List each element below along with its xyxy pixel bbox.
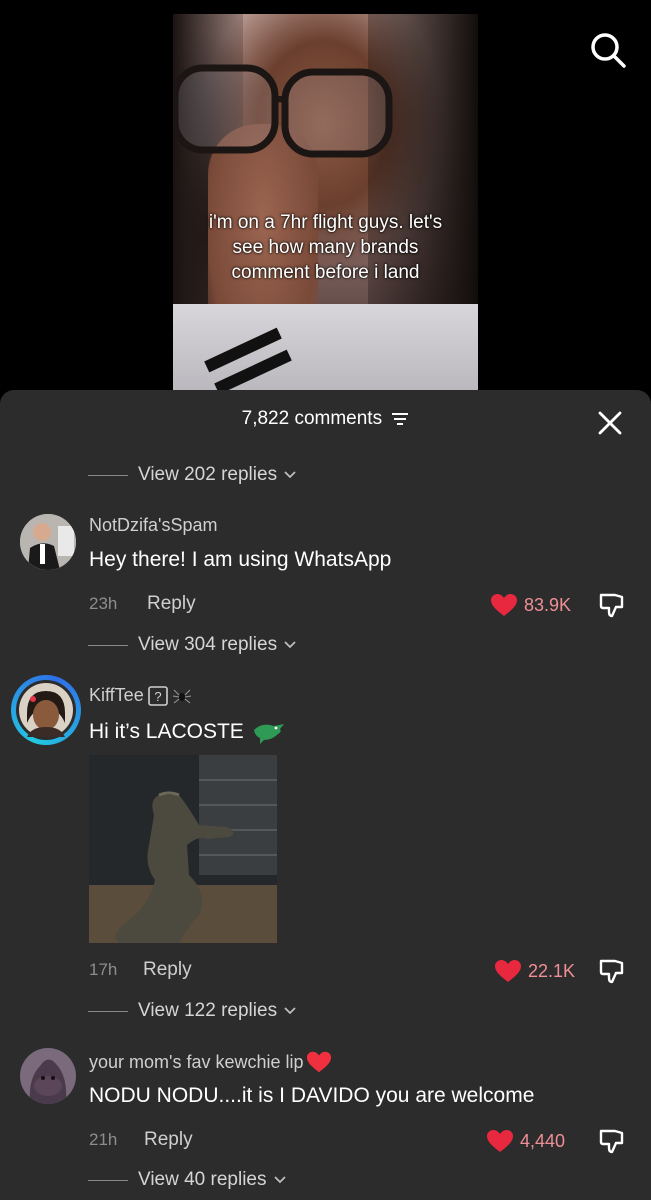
view-replies-label: View 304 replies [138,634,278,655]
view-replies-button[interactable]: View 304 replies [88,634,297,656]
video-preview[interactable]: i'm on a 7hr flight guys. let's see how … [173,14,478,394]
view-replies-label: View 122 replies [138,1000,278,1021]
comment-text: Hey there! I am using WhatsApp [89,548,392,571]
like-button[interactable]: 83.9K [490,593,571,617]
question-mark-icon: ? [147,685,168,706]
avatar[interactable] [20,514,76,570]
divider [88,644,128,646]
comment-time: 17h [89,960,118,979]
comment-attached-image[interactable] [89,755,277,943]
close-icon[interactable] [597,410,623,436]
comment-time: 21h [89,1130,118,1149]
view-replies-button[interactable]: View 122 replies [88,1000,297,1022]
crocodile-photo [89,755,277,943]
search-icon[interactable] [588,30,628,70]
svg-text:?: ? [154,689,161,704]
comment-text-row: Hi it’s LACOSTE [89,718,286,746]
view-replies-label: View 40 replies [138,1169,267,1190]
chevron-down-icon [284,641,296,649]
comment-time: 23h [89,594,118,613]
reply-button[interactable]: Reply [144,1129,193,1151]
caption-line: i'm on a 7hr flight guys. let's [208,212,443,233]
chevron-down-icon [273,1176,286,1184]
dislike-icon[interactable] [598,591,626,619]
divider [88,1179,128,1181]
comment-text: Hi it’s LACOSTE [89,720,244,743]
spider-icon [172,689,191,703]
avatar-story-ring[interactable] [11,675,81,745]
video-caption: i'm on a 7hr flight guys. let's see how … [173,210,478,285]
comment-username-row: KiffTee ? [89,685,192,706]
avatar-image [20,1048,76,1104]
comment-username[interactable]: your mom's fav kewchie lip [89,1052,304,1073]
comment-text: NODU NODU....it is I DAVIDO you are welc… [89,1084,535,1107]
like-count: 4,440 [520,1130,566,1151]
crocodile-icon [253,724,284,744]
view-replies-button[interactable]: View 202 replies [88,464,297,486]
divider [88,1010,128,1012]
comment-username-row: your mom's fav kewchie lip [89,1050,332,1074]
sort-icon[interactable] [391,411,409,427]
red-heart-icon [306,1051,331,1073]
view-replies-button[interactable]: View 40 replies [88,1169,287,1191]
reply-button[interactable]: Reply [143,959,192,981]
reply-button[interactable]: Reply [147,593,196,615]
divider [88,474,128,476]
comment-username[interactable]: KiffTee [89,685,144,706]
heart-icon [491,594,517,616]
like-button[interactable]: 22.1K [494,959,575,983]
heart-icon [487,1130,513,1152]
like-count: 22.1K [528,960,576,981]
chevron-down-icon [284,471,296,479]
avatar-image [20,514,76,570]
comments-count: 7,822 comments [241,408,383,429]
comment-username[interactable]: NotDzifa'sSpam [89,515,217,536]
like-button[interactable]: 4,440 [486,1129,565,1153]
glasses-shape [173,64,393,158]
caption-line: see how many brands [232,237,419,258]
chevron-down-icon [284,1007,296,1015]
caption-line: comment before i land [231,262,420,283]
heart-icon [495,960,521,982]
view-replies-label: View 202 replies [138,464,278,485]
avatar[interactable] [20,1048,76,1104]
dislike-icon[interactable] [598,1127,626,1155]
dislike-icon[interactable] [598,957,626,985]
like-count: 83.9K [524,594,572,615]
avatar-image [19,683,73,737]
comments-header: 7,822 comments [0,408,651,430]
comments-sheet: 7,822 comments View 202 replies NotDzifa… [0,390,651,1200]
